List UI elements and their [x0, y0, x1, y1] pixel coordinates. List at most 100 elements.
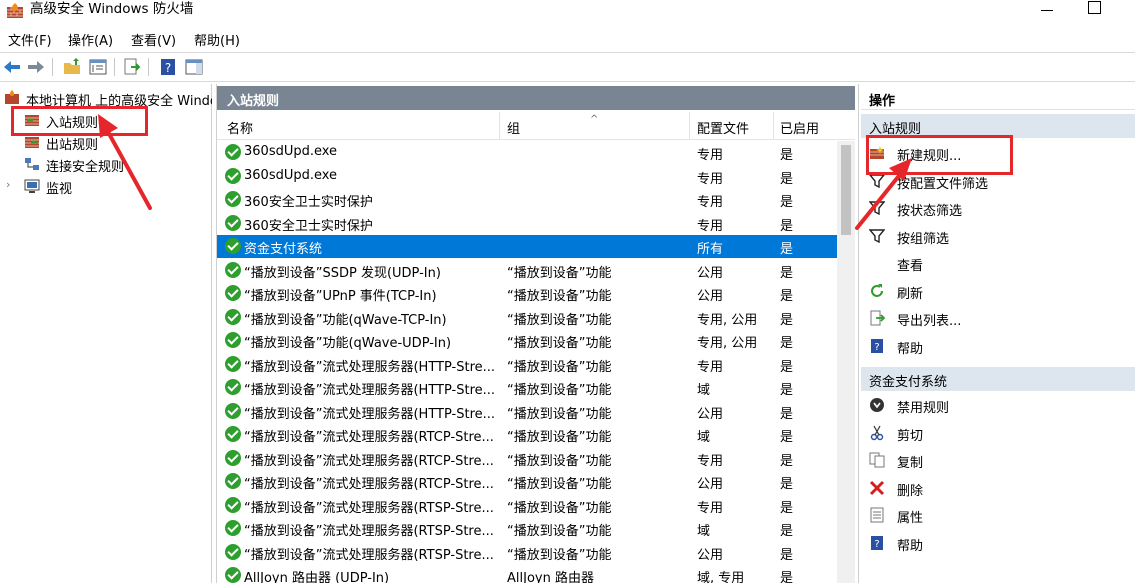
cut-icon: [870, 425, 884, 440]
table-row[interactable]: “播放到设备”流式处理服务器(HTTP-Stre... “播放到设备”功能 域 是: [217, 376, 837, 399]
cell-enabled: 是: [780, 430, 794, 445]
column-divider[interactable]: [689, 112, 690, 140]
column-divider[interactable]: [499, 112, 500, 140]
table-row[interactable]: “播放到设备”流式处理服务器(RTCP-Stre... “播放到设备”功能 公用 是: [217, 470, 837, 493]
cell-group: “播放到设备”功能: [507, 500, 612, 516]
cell-name: “播放到设备”流式处理服务器(RTCP-Stre...: [244, 430, 494, 445]
cell-profile: 专用: [697, 453, 724, 469]
table-row[interactable]: 资金支付系统 所有 是: [217, 235, 837, 258]
enabled-check-icon: [225, 214, 241, 231]
enabled-check-icon: [225, 238, 241, 254]
connection-security-icon: [25, 158, 39, 170]
table-row[interactable]: “播放到设备”UPnP 事件(TCP-In) “播放到设备”功能 公用 是: [217, 282, 837, 305]
enabled-check-icon: [225, 355, 241, 372]
menu-file[interactable]: 文件(F): [8, 30, 52, 49]
table-row[interactable]: “播放到设备”流式处理服务器(RTCP-Stre... “播放到设备”功能 域 是: [217, 423, 837, 446]
table-row[interactable]: “播放到设备”流式处理服务器(RTSP-Stre... “播放到设备”功能 公用 是: [217, 541, 837, 564]
scrollbar-thumb[interactable]: [841, 145, 851, 235]
column-headers: 名称 ^ 组 配置文件 已启用: [217, 112, 855, 140]
table-row[interactable]: “播放到设备”流式处理服务器(RTSP-Stre... “播放到设备”功能 专用 是: [217, 494, 837, 517]
filter-icon: [869, 228, 885, 243]
table-row[interactable]: 360sdUpd.exe 专用 是: [217, 141, 837, 164]
tree-item-connection-security[interactable]: 连接安全规则: [24, 154, 154, 176]
cell-group: “播放到设备”功能: [507, 312, 612, 328]
enabled-check-icon: [225, 567, 241, 583]
title-bar: 高级安全 Windows 防火墙: [0, 0, 1135, 26]
action-label: 删除: [897, 483, 924, 499]
svg-text:?: ?: [874, 539, 879, 550]
table-row[interactable]: “播放到设备”功能(qWave-TCP-In) “播放到设备”功能 专用, 公用 是: [217, 306, 837, 329]
computer-firewall-icon: [5, 90, 19, 104]
enabled-check-icon: [225, 332, 241, 348]
table-row[interactable]: AllJoyn 路由器 (UDP-In) AllJoyn 路由器 域, 专用 是: [217, 564, 837, 583]
refresh-icon: [871, 283, 883, 297]
cell-group: AllJoyn 路由器: [507, 571, 594, 583]
action-label: 按配置文件筛选: [897, 176, 989, 192]
column-name[interactable]: 名称: [227, 118, 253, 137]
cell-name: “播放到设备”流式处理服务器(HTTP-Stre...: [244, 383, 494, 398]
enabled-check-icon: [225, 144, 241, 160]
column-enabled[interactable]: 已启用: [780, 118, 819, 137]
cell-enabled: 是: [780, 453, 794, 469]
table-row[interactable]: “播放到设备”功能(qWave-UDP-In) “播放到设备”功能 专用, 公用 是: [217, 329, 837, 352]
action-label: 按状态筛选: [897, 204, 963, 219]
up-folder-icon[interactable]: [62, 57, 82, 77]
actions-section-selected-rule[interactable]: 资金支付系统: [861, 367, 1135, 391]
cell-enabled: 是: [780, 406, 794, 422]
menu-help[interactable]: 帮助(H): [194, 30, 240, 49]
delete-icon: [869, 480, 885, 495]
table-row[interactable]: “播放到设备”流式处理服务器(HTTP-Stre... “播放到设备”功能 专用 是: [217, 353, 837, 376]
table-row[interactable]: 360安全卫士实时保护 专用 是: [217, 188, 837, 211]
cell-profile: 公用: [697, 406, 724, 422]
annotation-highlight-box: [11, 106, 148, 136]
vertical-scrollbar[interactable]: [837, 141, 855, 583]
sort-ascending-icon: ^: [590, 114, 599, 125]
table-row[interactable]: “播放到设备”SSDP 发现(UDP-In) “播放到设备”功能 公用 是: [217, 259, 837, 282]
tree-item-monitor[interactable]: › 监视: [6, 176, 126, 198]
cell-name: “播放到设备”流式处理服务器(HTTP-Stre...: [244, 406, 494, 422]
help-icon: ?: [871, 535, 883, 550]
menu-view[interactable]: 查看(V): [131, 30, 176, 49]
maximize-button[interactable]: [1078, 0, 1112, 22]
help-icon[interactable]: ?: [158, 57, 178, 77]
cell-group: “播放到设备”功能: [507, 406, 612, 422]
enabled-check-icon: [225, 402, 241, 419]
column-group[interactable]: 组: [507, 118, 520, 137]
export-list-icon[interactable]: [122, 57, 142, 77]
table-row[interactable]: 360sdUpd.exe 专用 是: [217, 165, 837, 188]
expand-chevron-icon[interactable]: ›: [6, 178, 10, 191]
show-hide-tree-icon[interactable]: [88, 57, 108, 77]
cell-name: AllJoyn 路由器 (UDP-In): [244, 571, 390, 583]
actions-title: 操作: [861, 86, 1135, 110]
table-row[interactable]: 360安全卫士实时保护 专用 是: [217, 212, 837, 235]
cell-enabled: 是: [780, 265, 794, 281]
enabled-check-icon: [225, 426, 241, 442]
cell-name: “播放到设备”SSDP 发现(UDP-In): [244, 265, 441, 281]
cell-name: “播放到设备”流式处理服务器(HTTP-Stre...: [244, 359, 494, 375]
menu-action[interactable]: 操作(A): [68, 30, 113, 49]
column-profile[interactable]: 配置文件: [697, 118, 749, 137]
menu-bar: 文件(F) 操作(A) 查看(V) 帮助(H): [0, 26, 1135, 50]
action-label: 按组筛选: [897, 231, 950, 247]
window-title: 高级安全 Windows 防火墙: [30, 1, 194, 17]
minimize-button[interactable]: [1030, 0, 1064, 22]
back-arrow-icon[interactable]: [2, 57, 22, 77]
toolbar: ?: [0, 52, 1135, 82]
table-row[interactable]: “播放到设备”流式处理服务器(HTTP-Stre... “播放到设备”功能 公用 是: [217, 400, 837, 423]
annotation-highlight-box: [866, 135, 1013, 175]
table-row[interactable]: “播放到设备”流式处理服务器(RTSP-Stre... “播放到设备”功能 域 是: [217, 517, 837, 540]
show-action-pane-icon[interactable]: [184, 57, 204, 77]
cell-group: “播放到设备”功能: [507, 383, 612, 398]
rules-pane: 入站规则 名称 ^ 组 配置文件 已启用 360sdUpd.exe 专用是 360s…: [216, 84, 855, 583]
firewall-app-icon: [7, 3, 23, 18]
outbound-rules-icon: [25, 137, 39, 148]
properties-icon: [870, 507, 884, 523]
disable-icon: [870, 398, 884, 412]
cell-profile: 域: [697, 430, 711, 445]
forward-arrow-icon[interactable]: [26, 57, 46, 77]
table-row[interactable]: “播放到设备”流式处理服务器(RTCP-Stre... “播放到设备”功能 专用 是: [217, 447, 837, 470]
cell-name: “播放到设备”功能(qWave-TCP-In): [244, 312, 447, 328]
cell-enabled: 是: [780, 359, 794, 375]
cell-group: “播放到设备”功能: [507, 524, 612, 539]
column-divider[interactable]: [773, 112, 774, 140]
